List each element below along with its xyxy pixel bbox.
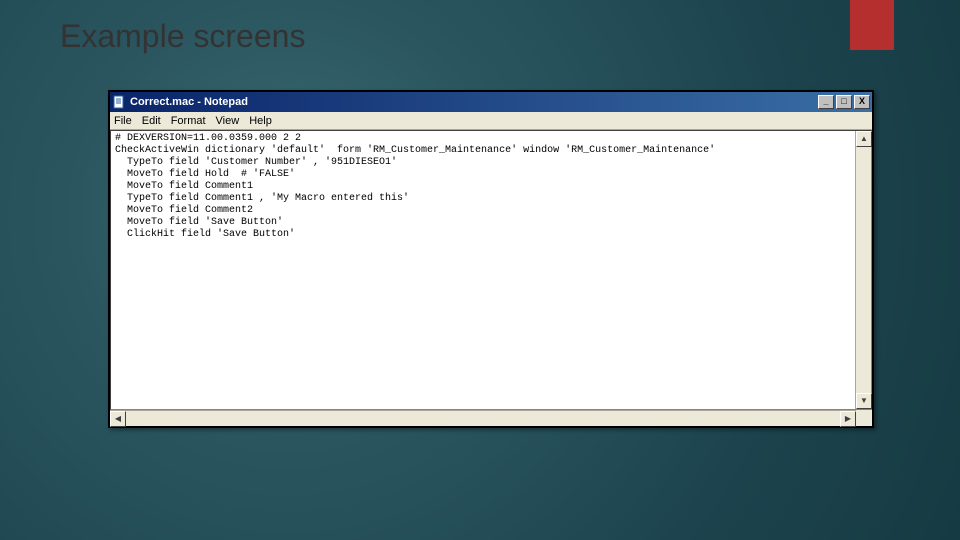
menubar: File Edit Format View Help (110, 112, 872, 130)
slide-title: Example screens (60, 18, 305, 55)
hscroll-track[interactable] (126, 411, 840, 426)
window-title: Correct.mac - Notepad (130, 96, 818, 108)
vscroll-track[interactable] (856, 147, 871, 393)
maximize-button[interactable]: □ (836, 95, 852, 109)
horizontal-scrollbar[interactable]: ◀ ▶ (110, 410, 856, 426)
close-button[interactable]: X (854, 95, 870, 109)
menu-file[interactable]: File (114, 115, 132, 127)
scroll-down-icon[interactable]: ▼ (856, 393, 872, 409)
notepad-window: Correct.mac - Notepad _ □ X File Edit Fo… (108, 90, 874, 428)
resize-corner[interactable] (856, 410, 872, 426)
bottom-scroll-row: ◀ ▶ (110, 410, 872, 426)
titlebar[interactable]: Correct.mac - Notepad _ □ X (110, 92, 872, 112)
menu-edit[interactable]: Edit (142, 115, 161, 127)
accent-bar (850, 0, 894, 50)
menu-format[interactable]: Format (171, 115, 206, 127)
text-area[interactable]: # DEXVERSION=11.00.0359.000 2 2 CheckAct… (111, 131, 855, 409)
window-controls: _ □ X (818, 95, 870, 109)
minimize-button[interactable]: _ (818, 95, 834, 109)
scroll-left-icon[interactable]: ◀ (110, 411, 126, 427)
scroll-up-icon[interactable]: ▲ (856, 131, 872, 147)
vertical-scrollbar[interactable]: ▲ ▼ (855, 131, 871, 409)
menu-help[interactable]: Help (249, 115, 272, 127)
text-area-wrap: # DEXVERSION=11.00.0359.000 2 2 CheckAct… (110, 130, 872, 410)
scroll-right-icon[interactable]: ▶ (840, 411, 856, 427)
notepad-icon (112, 95, 126, 109)
menu-view[interactable]: View (216, 115, 240, 127)
